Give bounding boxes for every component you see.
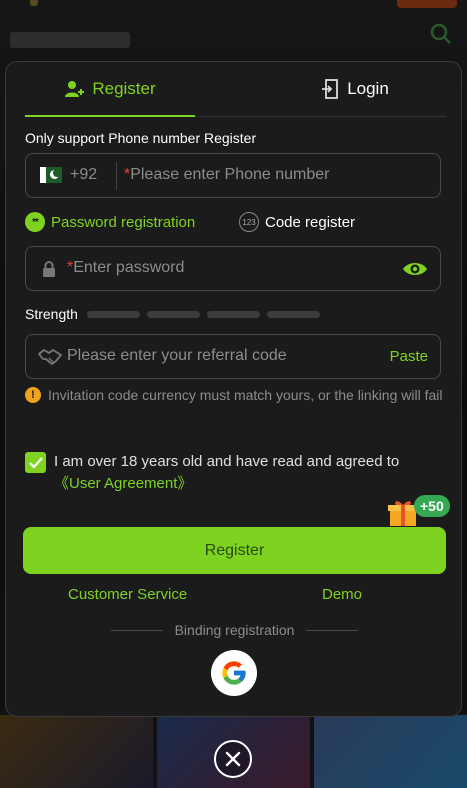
code-register-option[interactable]: 123 Code register (239, 212, 355, 232)
google-icon (222, 661, 246, 685)
password-input[interactable]: *Enter password (67, 259, 184, 277)
agreement-row: I am over 18 years old and have read and… (25, 451, 445, 495)
register-button[interactable]: Register (23, 527, 446, 574)
background-menu-icon (429, 22, 457, 44)
warning-icon: ! (25, 387, 41, 403)
auth-tabs: Register Login (25, 62, 446, 117)
tab-login-label: Login (347, 79, 389, 98)
paste-button[interactable]: Paste (390, 348, 428, 365)
background-logo (10, 28, 140, 59)
binding-label: Binding registration (174, 622, 295, 638)
background-banner-right (397, 0, 457, 8)
user-plus-icon (65, 81, 85, 97)
handshake-icon (38, 349, 62, 365)
tab-register-label: Register (92, 79, 156, 98)
close-modal-button[interactable] (214, 740, 252, 778)
password-strength: Strength (25, 306, 320, 322)
phone-input[interactable]: *Please enter Phone number (124, 166, 329, 184)
dial-code-select[interactable]: +92 (70, 166, 97, 184)
tab-register[interactable]: Register (25, 62, 195, 117)
bonus-gift: +50 (388, 495, 458, 531)
background-tile (314, 715, 467, 788)
demo-link[interactable]: Demo (322, 586, 362, 603)
phone-field[interactable]: +92 *Please enter Phone number (25, 153, 441, 198)
bonus-badge: +50 (414, 495, 450, 517)
divider (111, 629, 163, 631)
register-modal: Register Login Only support Phone number… (5, 61, 462, 717)
background-tile (0, 715, 153, 788)
eye-icon[interactable] (402, 259, 428, 279)
phone-section-label: Only support Phone number Register (25, 130, 257, 146)
code-123-icon: 123 (239, 212, 259, 232)
strength-segment (206, 310, 260, 318)
user-agreement-link[interactable]: 《User Agreement》 (54, 475, 192, 492)
close-icon (225, 751, 241, 767)
lock-icon (43, 261, 55, 277)
check-icon (28, 456, 43, 469)
divider (306, 629, 359, 631)
warning-text: Invitation code currency must match your… (48, 387, 443, 403)
password-registration-option[interactable]: ** Password registration (25, 212, 195, 232)
agreement-text: I am over 18 years old and have read and… (54, 453, 400, 492)
background-banner (30, 0, 38, 6)
strength-segment (266, 310, 320, 318)
referral-field[interactable]: Please enter your referral code Paste (25, 334, 441, 379)
divider (116, 162, 117, 190)
strength-segment (146, 310, 200, 318)
registration-method-options: ** Password registration 123 Code regist… (25, 212, 445, 236)
binding-registration: Binding registration (111, 622, 359, 638)
referral-input[interactable]: Please enter your referral code (67, 347, 287, 365)
customer-service-link[interactable]: Customer Service (68, 586, 187, 603)
tab-login[interactable]: Login (265, 62, 445, 116)
password-dots-icon: ** (25, 212, 45, 232)
password-field[interactable]: *Enter password (25, 246, 441, 291)
strength-label: Strength (25, 306, 78, 322)
login-icon (322, 79, 339, 99)
invitation-warning: ! Invitation code currency must match yo… (25, 386, 445, 405)
agreement-checkbox[interactable] (25, 452, 46, 473)
pakistan-flag-icon (40, 167, 62, 183)
google-login-button[interactable] (211, 650, 257, 696)
strength-segment (86, 310, 140, 318)
